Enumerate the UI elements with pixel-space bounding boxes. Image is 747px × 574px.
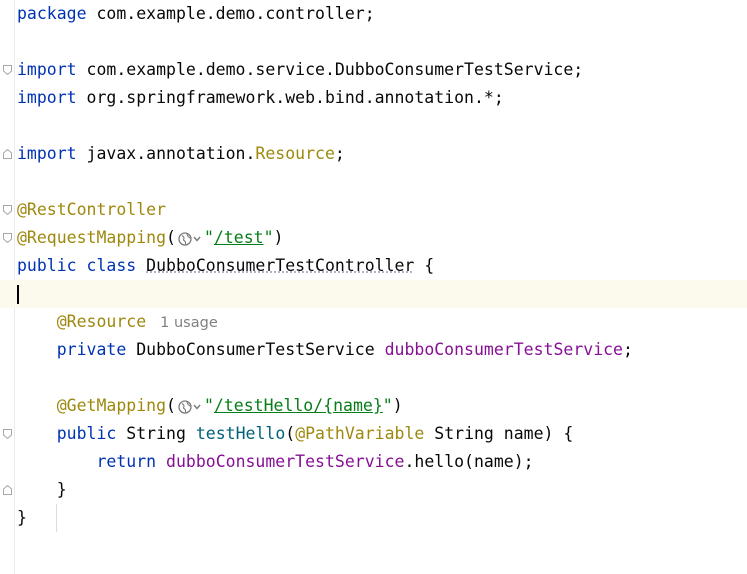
code-line-13[interactable]: private DubboConsumerTestService dubboCo… xyxy=(0,336,747,364)
usage-hint[interactable]: 1 usage xyxy=(160,315,218,331)
method-call: .hello(name); xyxy=(404,452,533,471)
indent xyxy=(17,480,57,499)
indent xyxy=(17,396,57,415)
field-name: dubboConsumerTestService xyxy=(166,452,404,471)
fold-start-icon[interactable] xyxy=(3,205,12,215)
indent xyxy=(17,452,96,471)
url-path-variable[interactable]: {name} xyxy=(323,396,383,415)
code-line-18[interactable]: } xyxy=(0,476,747,504)
code-editor[interactable]: package com.example.demo.controller; imp… xyxy=(0,0,747,574)
code-line-16[interactable]: public String testHello(@PathVariable St… xyxy=(0,420,747,448)
code-line-9[interactable]: @RequestMapping( "/test") xyxy=(0,224,747,252)
annotation: @Resource xyxy=(57,312,146,331)
code-line-10[interactable]: public class DubboConsumerTestController… xyxy=(0,252,747,280)
brace: { xyxy=(414,256,434,275)
annotation: @RestController xyxy=(17,200,166,219)
keyword: public xyxy=(57,424,117,443)
annotation: @GetMapping xyxy=(57,396,166,415)
keyword: return xyxy=(96,452,156,471)
type-name: DubboConsumerTestService xyxy=(126,340,384,359)
method-name: testHello xyxy=(196,424,285,443)
code-line-4[interactable]: import org.springframework.web.bind.anno… xyxy=(0,84,747,112)
annotation: @PathVariable xyxy=(295,424,424,443)
code-line-1[interactable]: package com.example.demo.controller; xyxy=(0,0,747,28)
class-name[interactable]: DubboConsumerTestController xyxy=(146,256,414,275)
parameters: String name) { xyxy=(424,424,573,443)
quote: " xyxy=(204,396,214,415)
quote: " xyxy=(383,396,393,415)
paren: ) xyxy=(274,228,284,247)
keyword: public xyxy=(17,256,77,275)
keyword: import xyxy=(17,144,77,163)
punctuation: ; xyxy=(623,340,633,359)
url-link[interactable]: /test xyxy=(214,228,264,247)
paren: ( xyxy=(166,228,176,247)
keyword: private xyxy=(57,340,127,359)
code-line-17[interactable]: return dubboConsumerTestService.hello(na… xyxy=(0,448,747,476)
text-caret xyxy=(17,285,19,304)
keyword: class xyxy=(87,256,137,275)
url-link[interactable]: /testHello/ xyxy=(214,396,323,415)
type-name: String xyxy=(116,424,195,443)
code-line-19[interactable]: } xyxy=(0,504,747,532)
import-path: com.example.demo.service.DubboConsumerTe… xyxy=(77,60,584,79)
space xyxy=(77,256,87,275)
import-path: javax.annotation. xyxy=(77,144,256,163)
paren: ( xyxy=(285,424,295,443)
paren: ( xyxy=(166,396,176,415)
keyword: package xyxy=(17,4,87,23)
fold-start-icon[interactable] xyxy=(3,233,12,243)
code-line-11-current[interactable] xyxy=(0,280,747,308)
keyword: import xyxy=(17,88,77,107)
code-line-8[interactable]: @RestController xyxy=(0,196,747,224)
keyword: import xyxy=(17,60,77,79)
annotation: @RequestMapping xyxy=(17,228,166,247)
paren: ) xyxy=(393,396,403,415)
package-name: com.example.demo.controller; xyxy=(87,4,375,23)
indent xyxy=(17,340,57,359)
web-endpoint-globe-icon[interactable] xyxy=(177,231,203,247)
brace: } xyxy=(17,508,27,527)
import-path: org.springframework.web.bind.annotation.… xyxy=(77,88,504,107)
field-name: dubboConsumerTestService xyxy=(385,340,623,359)
indent xyxy=(17,312,57,331)
quote: " xyxy=(204,228,214,247)
brace: } xyxy=(57,480,67,499)
class-reference: Resource xyxy=(255,144,334,163)
fold-start-icon[interactable] xyxy=(3,429,12,439)
web-endpoint-globe-icon[interactable] xyxy=(177,399,203,415)
quote: " xyxy=(264,228,274,247)
indent xyxy=(17,424,57,443)
code-line-3[interactable]: import com.example.demo.service.DubboCon… xyxy=(0,56,747,84)
code-line-6[interactable]: import javax.annotation.Resource; xyxy=(0,140,747,168)
fold-end-icon[interactable] xyxy=(3,149,12,159)
space xyxy=(156,452,166,471)
space xyxy=(136,256,146,275)
code-line-15[interactable]: @GetMapping("/testHello/{name}") xyxy=(0,392,747,420)
punctuation: ; xyxy=(335,144,345,163)
fold-end-icon[interactable] xyxy=(3,485,12,495)
code-line-12[interactable]: @Resource 1 usage xyxy=(0,308,747,336)
fold-start-icon[interactable] xyxy=(3,65,12,75)
